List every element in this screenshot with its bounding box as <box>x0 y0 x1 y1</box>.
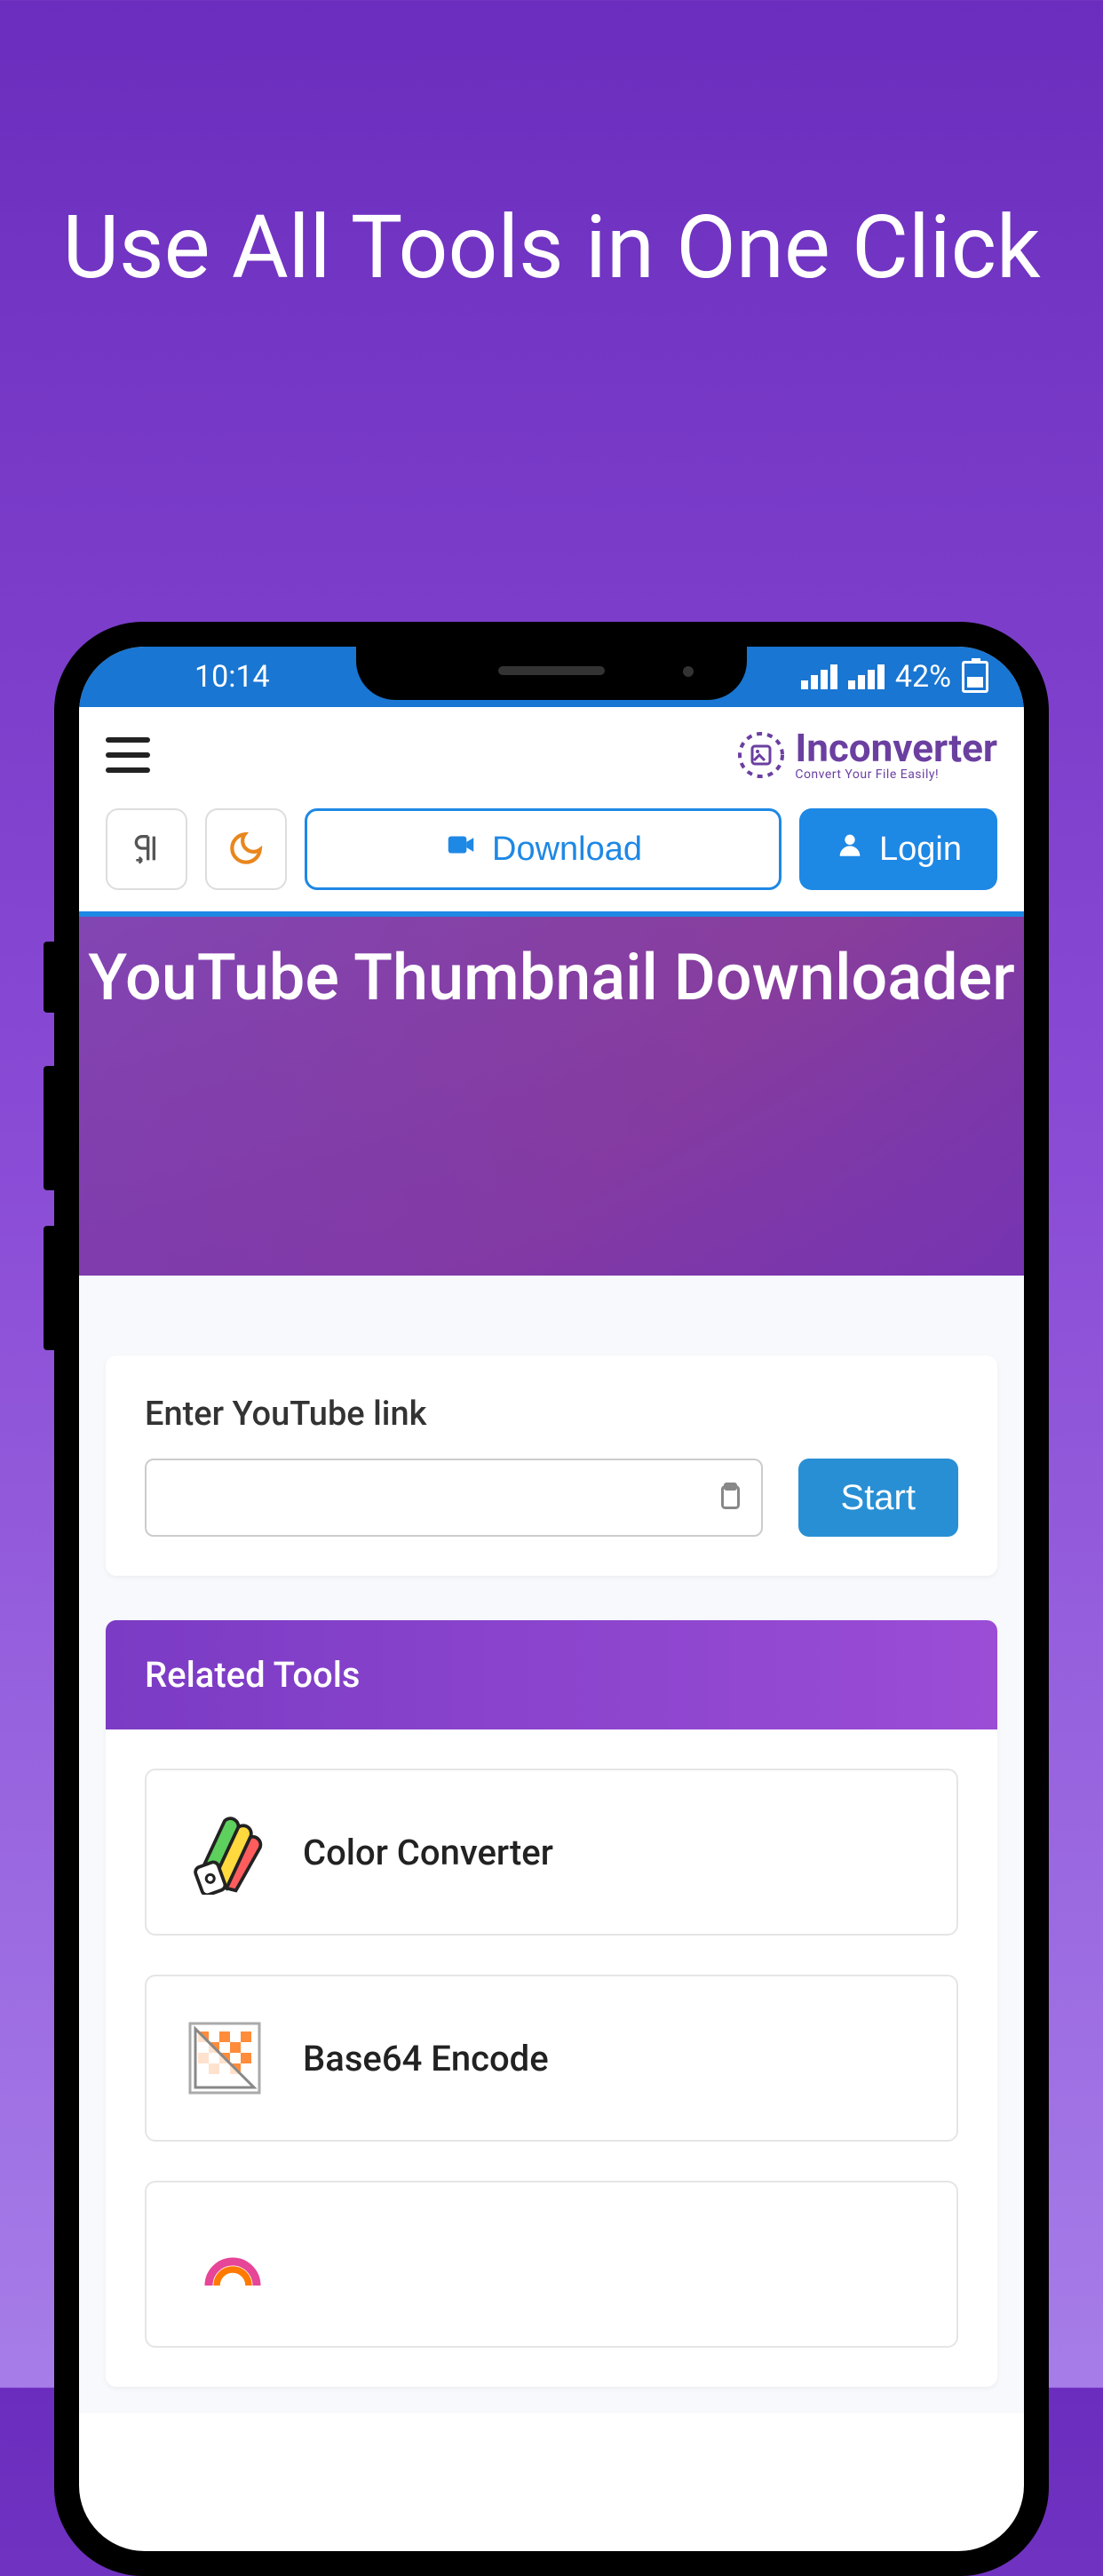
related-tools-heading: Related Tools <box>106 1620 997 1729</box>
input-label: Enter YouTube link <box>145 1395 958 1434</box>
wifi-icon <box>848 664 885 689</box>
menu-button[interactable] <box>106 737 150 773</box>
youtube-link-input[interactable] <box>145 1459 763 1537</box>
signal-icon <box>801 664 837 689</box>
battery-text: 42% <box>895 659 951 695</box>
hero-title: YouTube Thumbnail Downloader <box>88 934 1014 1021</box>
video-icon <box>444 828 478 871</box>
clipboard-icon[interactable] <box>713 1480 745 1515</box>
phone-notch <box>356 647 747 700</box>
login-button[interactable]: Login <box>799 808 997 890</box>
content-area: Enter YouTube link Start <box>79 1276 1024 2413</box>
status-right: 42% <box>801 659 988 695</box>
input-card: Enter YouTube link Start <box>106 1356 997 1576</box>
brand-logo[interactable]: Inconverter Convert Your File Easily! <box>736 728 997 782</box>
tool-label: Color Converter <box>303 1832 553 1873</box>
phone-side-button <box>44 1226 54 1350</box>
text-direction-button[interactable] <box>106 808 187 890</box>
unknown-icon <box>182 2222 267 2307</box>
battery-icon <box>962 661 988 693</box>
palette-icon <box>182 1809 267 1895</box>
toolbar: Download Login <box>79 803 1024 911</box>
phone-side-button <box>44 942 54 1013</box>
tool-item-color-converter[interactable]: Color Converter <box>145 1769 958 1936</box>
download-button-label: Download <box>492 831 642 869</box>
brand-name: Inconverter <box>795 728 997 767</box>
phone-side-button <box>44 1066 54 1190</box>
login-button-label: Login <box>879 831 962 869</box>
checker-icon <box>182 2015 267 2101</box>
start-button[interactable]: Start <box>798 1459 958 1537</box>
tool-label: Base64 Encode <box>303 2038 549 2079</box>
related-tools-card: Related Tools <box>106 1620 997 2387</box>
phone-screen: 10:14 42% <box>79 647 1024 2551</box>
status-time: 10:14 <box>194 659 270 695</box>
download-button[interactable]: Download <box>305 808 782 890</box>
hero-banner: YouTube Thumbnail Downloader <box>79 911 1024 1276</box>
moon-icon <box>227 830 265 870</box>
phone-frame: 10:14 42% <box>54 622 1049 2576</box>
tool-item-partial[interactable] <box>145 2181 958 2348</box>
pilcrow-icon <box>129 831 164 869</box>
dark-mode-button[interactable] <box>205 808 287 890</box>
brand-mark-icon <box>736 730 786 780</box>
app-header: Inconverter Convert Your File Easily! <box>79 707 1024 803</box>
promo-heading: Use All Tools in One Click <box>0 0 1103 300</box>
user-icon <box>835 830 865 869</box>
tool-item-base64-encode[interactable]: Base64 Encode <box>145 1975 958 2142</box>
